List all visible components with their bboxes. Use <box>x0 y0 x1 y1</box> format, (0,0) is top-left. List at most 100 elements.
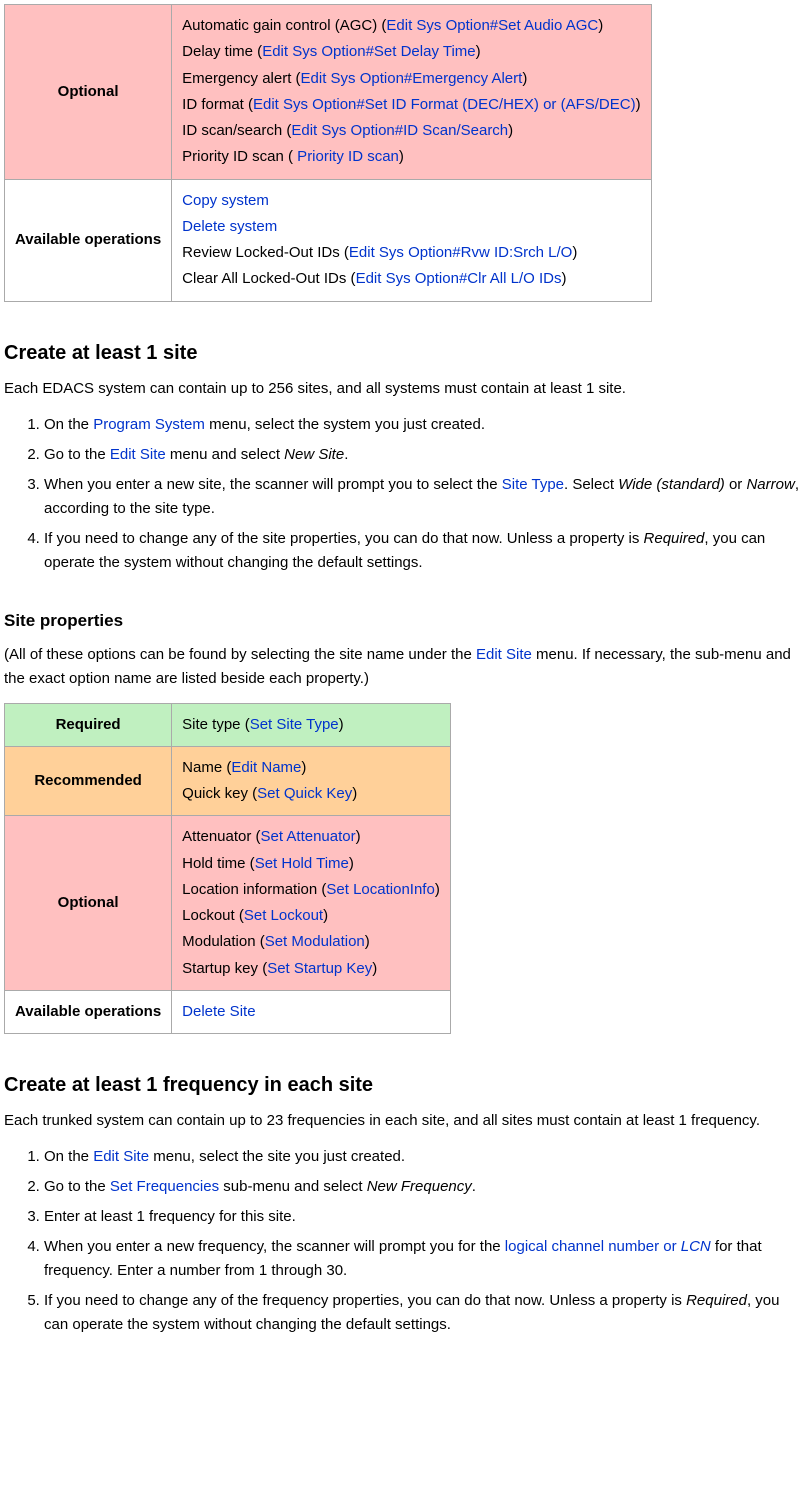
close-paren: ) <box>339 716 344 733</box>
set-startup-key-link[interactable]: Set Startup Key <box>267 960 372 977</box>
sitetype-text: Site type ( <box>182 716 250 733</box>
recommended-cell: Name (Edit Name) Quick key (Set Quick Ke… <box>172 746 451 816</box>
site-properties-heading: Site properties <box>4 611 803 631</box>
emphasis: Required <box>644 530 705 547</box>
create-site-intro: Each EDACS system can contain up to 256 … <box>4 377 803 401</box>
site-type-link[interactable]: Site Type <box>502 476 564 493</box>
system-properties-table: Optional Automatic gain control (AGC) (E… <box>4 4 652 302</box>
emphasis: Wide (standard) <box>618 476 725 493</box>
available-cell-2: Delete Site <box>172 990 451 1033</box>
list-item: If you need to change any of the frequen… <box>44 1289 803 1337</box>
set-locationinfo-link[interactable]: Set LocationInfo <box>326 881 434 898</box>
set-modulation-link[interactable]: Set Modulation <box>265 933 365 950</box>
text: menu, select the system you just created… <box>205 416 485 433</box>
program-system-link[interactable]: Program System <box>93 416 205 433</box>
list-item: Enter at least 1 frequency for this site… <box>44 1205 803 1229</box>
available-cell: Copy system Delete system Review Locked-… <box>172 179 651 301</box>
optional-header-2: Optional <box>5 816 172 991</box>
set-hold-time-link[interactable]: Set Hold Time <box>255 855 349 872</box>
mod-text: Modulation ( <box>182 933 265 950</box>
close-paren: ) <box>349 855 354 872</box>
delay-link[interactable]: Edit Sys Option#Set Delay Time <box>262 43 475 60</box>
close-paren: ) <box>435 881 440 898</box>
emphasis: Required <box>686 1292 747 1309</box>
text: Go to the <box>44 1178 110 1195</box>
text: Go to the <box>44 446 110 463</box>
set-site-type-link[interactable]: Set Site Type <box>250 716 339 733</box>
emphasis: LCN <box>681 1238 711 1255</box>
edit-site-link[interactable]: Edit Site <box>110 446 166 463</box>
close-paren: ) <box>598 17 603 34</box>
required-cell: Site type (Set Site Type) <box>172 703 451 746</box>
text: On the <box>44 416 93 433</box>
idformat-link[interactable]: Edit Sys Option#Set ID Format (DEC/HEX) … <box>253 96 636 113</box>
review-link[interactable]: Edit Sys Option#Rvw ID:Srch L/O <box>349 244 572 261</box>
lcn-link[interactable]: logical channel number or LCN <box>505 1238 711 1255</box>
link-text: logical channel number or <box>505 1238 681 1255</box>
available-header: Available operations <box>5 179 172 301</box>
edit-site-link-2[interactable]: Edit Site <box>476 646 532 663</box>
idscan-link[interactable]: Edit Sys Option#ID Scan/Search <box>291 122 508 139</box>
list-item: When you enter a new site, the scanner w… <box>44 473 803 521</box>
text: If you need to change any of the site pr… <box>44 530 644 547</box>
close-paren: ) <box>561 270 566 287</box>
priority-link[interactable]: Priority ID scan <box>293 148 399 165</box>
text: On the <box>44 1148 93 1165</box>
agc-link[interactable]: Edit Sys Option#Set Audio AGC <box>386 17 598 34</box>
close-paren: ) <box>372 960 377 977</box>
text: sub-menu and select <box>219 1178 367 1195</box>
clear-text: Clear All Locked-Out IDs ( <box>182 270 355 287</box>
set-attenuator-link[interactable]: Set Attenuator <box>261 828 356 845</box>
text: If you need to change any of the frequen… <box>44 1292 686 1309</box>
text: menu, select the site you just created. <box>149 1148 405 1165</box>
hold-text: Hold time ( <box>182 855 255 872</box>
review-text: Review Locked-Out IDs ( <box>182 244 349 261</box>
close-paren: ) <box>522 70 527 87</box>
list-item: On the Program System menu, select the s… <box>44 413 803 437</box>
emphasis: Narrow <box>746 476 794 493</box>
edit-site-link-3[interactable]: Edit Site <box>93 1148 149 1165</box>
text: . <box>344 446 348 463</box>
list-item: When you enter a new frequency, the scan… <box>44 1235 803 1283</box>
required-header: Required <box>5 703 172 746</box>
close-paren: ) <box>352 785 357 802</box>
optional-cell: Automatic gain control (AGC) (Edit Sys O… <box>172 5 651 180</box>
close-paren: ) <box>356 828 361 845</box>
set-frequencies-link[interactable]: Set Frequencies <box>110 1178 219 1195</box>
emphasis: New Site <box>284 446 344 463</box>
available-header-2: Available operations <box>5 990 172 1033</box>
emergency-link[interactable]: Edit Sys Option#Emergency Alert <box>301 70 523 87</box>
text: or <box>725 476 747 493</box>
set-lockout-link[interactable]: Set Lockout <box>244 907 323 924</box>
close-paren: ) <box>476 43 481 60</box>
optional-header: Optional <box>5 5 172 180</box>
text: (All of these options can be found by se… <box>4 646 476 663</box>
close-paren: ) <box>323 907 328 924</box>
text: menu and select <box>166 446 284 463</box>
text: . <box>472 1178 476 1195</box>
delay-text: Delay time ( <box>182 43 262 60</box>
emphasis: New Frequency <box>367 1178 472 1195</box>
recommended-header: Recommended <box>5 746 172 816</box>
list-item: If you need to change any of the site pr… <box>44 527 803 575</box>
close-paren: ) <box>399 148 404 165</box>
site-properties-intro: (All of these options can be found by se… <box>4 643 803 691</box>
create-frequency-intro: Each trunked system can contain up to 23… <box>4 1109 803 1133</box>
atten-text: Attenuator ( <box>182 828 260 845</box>
site-properties-table: Required Site type (Set Site Type) Recom… <box>4 703 451 1035</box>
agc-text: Automatic gain control (AGC) ( <box>182 17 386 34</box>
lockout-text: Lockout ( <box>182 907 244 924</box>
close-paren: ) <box>301 759 306 776</box>
idformat-text: ID format ( <box>182 96 253 113</box>
copy-system-link[interactable]: Copy system <box>182 192 269 209</box>
close-paren: ) <box>508 122 513 139</box>
delete-system-link[interactable]: Delete system <box>182 218 277 235</box>
create-frequency-steps: On the Edit Site menu, select the site y… <box>4 1145 803 1337</box>
quickkey-text: Quick key ( <box>182 785 257 802</box>
clear-link[interactable]: Edit Sys Option#Clr All L/O IDs <box>356 270 562 287</box>
set-quick-key-link[interactable]: Set Quick Key <box>257 785 352 802</box>
delete-site-link[interactable]: Delete Site <box>182 1003 255 1020</box>
startup-text: Startup key ( <box>182 960 267 977</box>
edit-name-link[interactable]: Edit Name <box>231 759 301 776</box>
list-item: Go to the Edit Site menu and select New … <box>44 443 803 467</box>
